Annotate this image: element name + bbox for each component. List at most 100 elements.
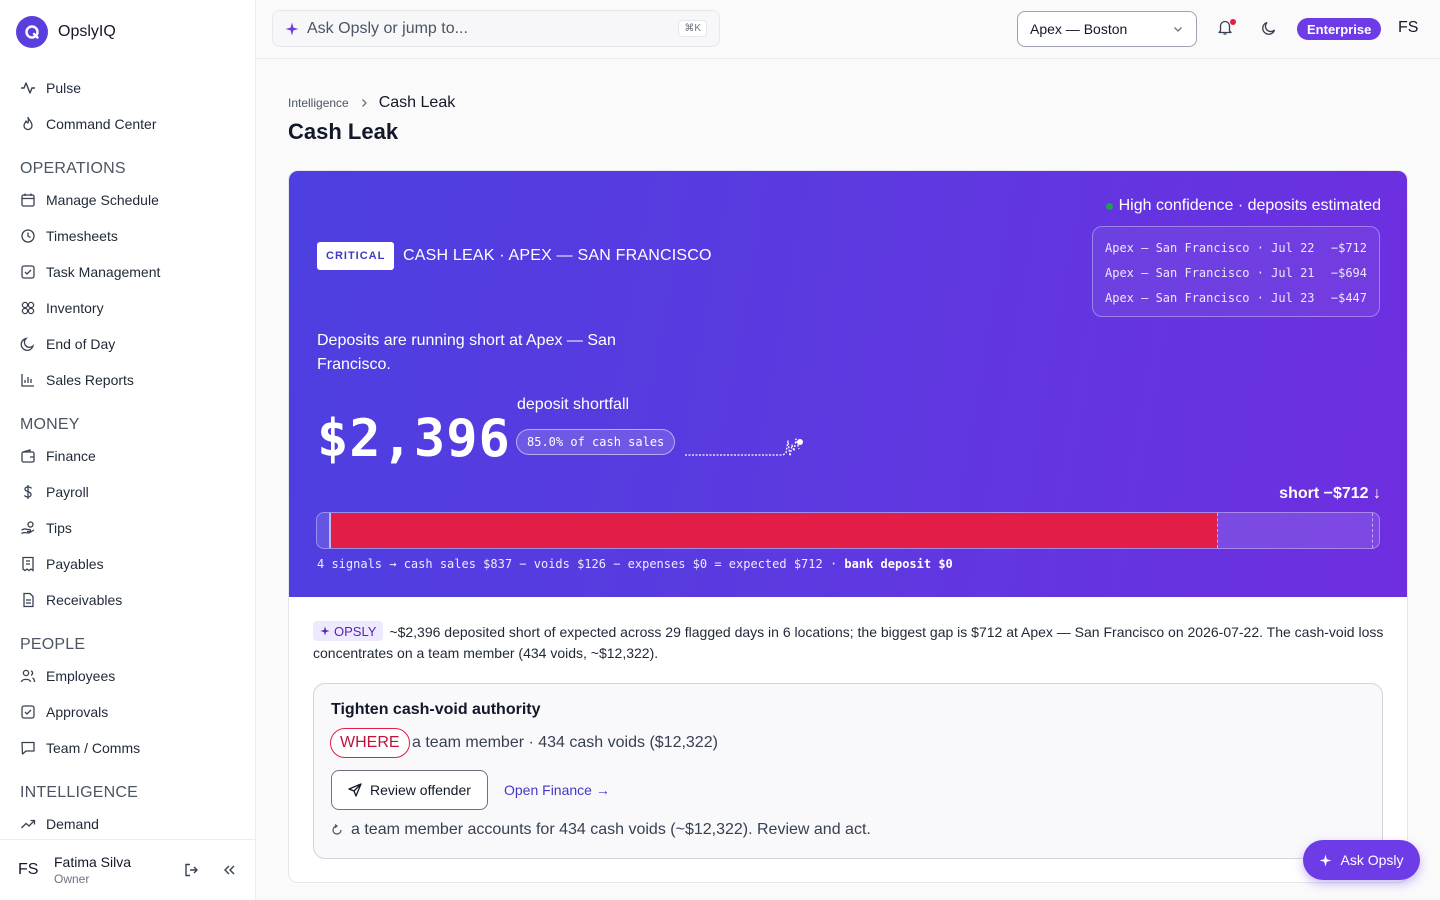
trend-sparkline [685, 438, 803, 457]
refresh-icon [332, 824, 342, 835]
gap-location: Apex — San Francisco · Jul 22 [1105, 240, 1315, 255]
formula-text: 4 signals → cash sales $837 − voids $126… [317, 557, 845, 571]
hand-coins-icon [21, 521, 35, 535]
boxes-icon [21, 301, 35, 315]
moon-icon [20, 337, 35, 352]
brand[interactable]: OpslyIQ [16, 16, 116, 48]
top-gaps-list: Apex — San Francisco · Jul 22 −$712 Apex… [1092, 226, 1380, 317]
shortfall-bar[interactable] [316, 512, 1380, 549]
list-item[interactable]: Apex — San Francisco · Jul 21 −$694 [1105, 260, 1367, 285]
alert-summary: Deposits are running short at Apex — San… [317, 332, 616, 373]
sidebar-item-label: Inventory [46, 300, 104, 316]
sidebar-item-finance[interactable]: Finance [0, 438, 255, 474]
sidebar-item-sales-reports[interactable]: Sales Reports [0, 362, 255, 398]
location-select[interactable]: Apex — Boston [1017, 11, 1197, 47]
document-icon [23, 592, 34, 608]
sidebar-item-employees[interactable]: Employees [0, 658, 255, 694]
opsly-insight: OPSLY ~$2,396 deposited short of expecte… [313, 621, 1385, 664]
sidebar-item-label: Task Management [46, 264, 161, 280]
bar-chart-icon [21, 374, 34, 387]
review-offender-button[interactable]: Review offender [331, 770, 488, 810]
user-menu[interactable]: FS [1398, 19, 1418, 37]
sidebar-item-label: Team / Comms [46, 740, 141, 756]
logo-icon [16, 16, 48, 48]
sidebar-item-label: Tips [46, 520, 72, 536]
list-item[interactable]: Apex — San Francisco · Jul 23 −$447 [1105, 285, 1367, 310]
shortfall-bar-fill [331, 513, 1218, 548]
sidebar-nav: Pulse Command Center OPERATIONS Manage S… [0, 70, 255, 842]
opsly-chip: OPSLY [313, 621, 384, 641]
sidebar-item-manage-schedule[interactable]: Manage Schedule [0, 182, 255, 218]
sidebar-item-label: Payables [46, 556, 104, 572]
chat-icon [21, 741, 35, 755]
recommended-action: Tighten cash-void authority WHERE a team… [313, 683, 1383, 859]
sidebar-item-tips[interactable]: Tips [0, 510, 255, 546]
opsly-chip-label: OPSLY [334, 623, 377, 639]
pulse-icon [21, 82, 35, 94]
collapse-sidebar-icon[interactable] [221, 862, 237, 878]
user-actions [183, 862, 237, 878]
chevron-right-icon [361, 99, 367, 107]
sidebar-item-label: Receivables [46, 592, 123, 608]
short-indicator: short −$712 ↓ [1279, 485, 1381, 502]
action-title: Tighten cash-void authority [331, 701, 541, 718]
plan-badge: Enterprise [1297, 18, 1382, 40]
logout-icon[interactable] [183, 862, 199, 878]
sidebar-item-task-management[interactable]: Task Management [0, 254, 255, 290]
confidence-text: High confidence · deposits estimated [1118, 197, 1381, 214]
sidebar-item-command-center[interactable]: Command Center [0, 106, 255, 142]
sparkle-icon [320, 626, 330, 636]
sidebar-item-label: Command Center [46, 116, 157, 132]
sidebar-item-label: Payroll [46, 484, 89, 500]
sidebar-item-inventory[interactable]: Inventory [0, 290, 255, 326]
search-input[interactable]: Ask Opsly or jump to... ⌘K [272, 10, 720, 47]
sidebar-item-end-of-day[interactable]: End of Day [0, 326, 255, 362]
breadcrumb: Intelligence Cash Leak [288, 94, 455, 112]
sparkle-icon [1319, 853, 1333, 867]
sidebar-item-pulse[interactable]: Pulse [0, 70, 255, 106]
where-badge: WHERE [330, 728, 410, 758]
sidebar-item-team-comms[interactable]: Team / Comms [0, 730, 255, 766]
app-name: OpslyIQ [58, 23, 116, 40]
ask-opsly-button[interactable]: Ask Opsly [1303, 840, 1420, 880]
sidebar-item-label: Finance [46, 448, 96, 464]
user-name: Fatima Silva [54, 854, 132, 870]
sidebar-item-approvals[interactable]: Approvals [0, 694, 255, 730]
gap-amount: −$694 [1330, 265, 1367, 280]
open-finance-link[interactable]: Open Finance → [504, 782, 610, 798]
wallet-icon [21, 449, 35, 463]
sidebar-item-label: Manage Schedule [46, 192, 159, 208]
sidebar-item-label: Employees [46, 668, 116, 684]
breadcrumb-parent[interactable]: Intelligence [288, 96, 349, 110]
nav-section-operations: OPERATIONS [20, 160, 126, 177]
gap-location: Apex — San Francisco · Jul 23 [1105, 290, 1315, 305]
list-item[interactable]: Apex — San Francisco · Jul 22 −$712 [1105, 235, 1367, 260]
nav-section-money: MONEY [20, 416, 80, 433]
cash-leak-card: High confidence · deposits estimated Ape… [288, 170, 1408, 883]
user-role: Owner [54, 872, 90, 886]
user-profile[interactable]: FS Fatima Silva Owner [0, 839, 255, 900]
formula-deposit: bank deposit $0 [844, 557, 953, 571]
notification-dot [1230, 19, 1236, 25]
sidebar-item-timesheets[interactable]: Timesheets [0, 218, 255, 254]
sidebar-item-demand[interactable]: Demand [0, 806, 255, 842]
trend-up-icon [21, 819, 36, 829]
cash-sales-marker [1372, 513, 1373, 548]
action-note-text: a team member accounts for 434 cash void… [351, 821, 871, 838]
sidebar-item-receivables[interactable]: Receivables [0, 582, 255, 618]
where-text: a team member · 434 cash voids ($12,322) [412, 734, 718, 751]
expected-marker [1217, 513, 1219, 548]
gap-location: Apex — San Francisco · Jul 21 [1105, 265, 1315, 280]
dollar-icon [23, 485, 33, 499]
nav-section-intelligence: INTELLIGENCE [20, 784, 138, 801]
review-offender-label: Review offender [370, 782, 471, 798]
page-title: Cash Leak [288, 119, 399, 144]
alert-hero: High confidence · deposits estimated Ape… [289, 171, 1407, 597]
sidebar-item-payables[interactable]: Payables [0, 546, 255, 582]
sidebar-item-label: Timesheets [46, 228, 118, 244]
confidence-indicator: High confidence · deposits estimated [1105, 197, 1381, 215]
theme-toggle-icon[interactable] [1261, 20, 1277, 36]
confidence-dot [1105, 202, 1113, 210]
topbar: Ask Opsly or jump to... ⌘K Apex — Boston… [256, 0, 1440, 59]
sidebar-item-payroll[interactable]: Payroll [0, 474, 255, 510]
